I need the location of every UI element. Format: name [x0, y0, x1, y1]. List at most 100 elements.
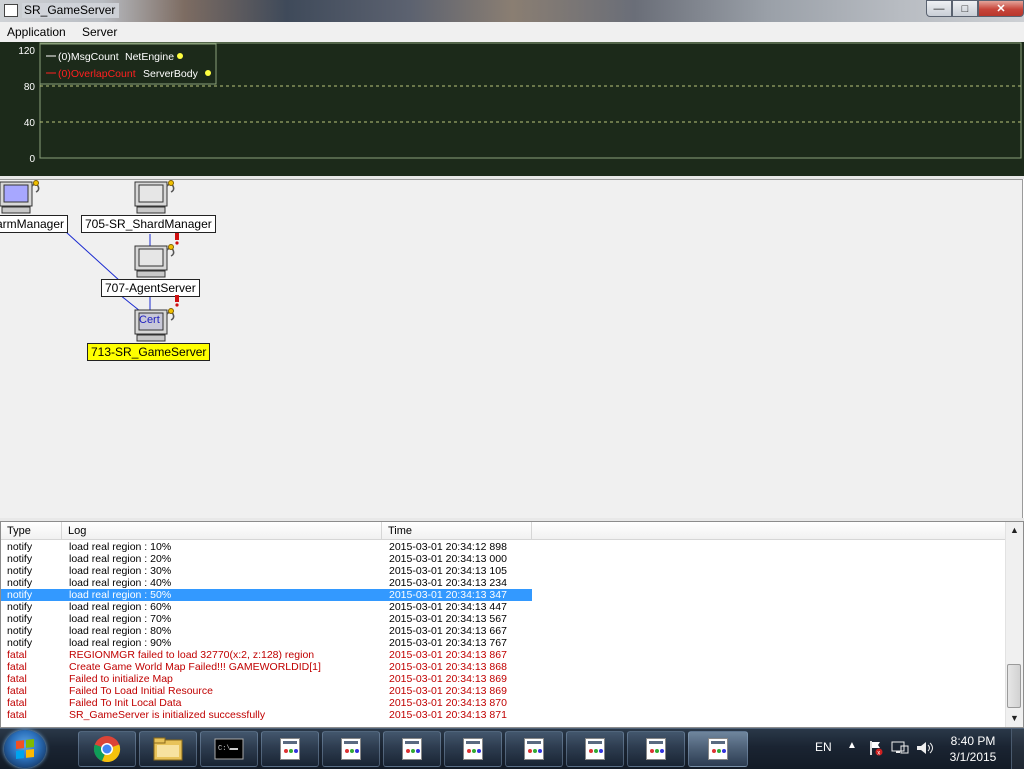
log-type-cell: notify: [7, 601, 33, 613]
scroll-up-arrow[interactable]: ▲: [1006, 522, 1023, 539]
legend-marker: [205, 70, 211, 76]
cert-badge: Cert: [139, 314, 160, 326]
taskbar-command-prompt[interactable]: C:\: [200, 731, 258, 767]
log-time-cell: 2015-03-01 20:34:13 869: [389, 673, 507, 685]
taskbar-window-7[interactable]: [627, 731, 685, 767]
maximize-button[interactable]: □: [952, 0, 978, 17]
log-message-cell: load real region : 40%: [69, 577, 172, 589]
node-label-farm-manager[interactable]: armManager: [0, 215, 69, 233]
action-center-flag-icon[interactable]: x: [867, 740, 883, 756]
legend-series-group: NetEngine: [125, 51, 174, 63]
menu-application[interactable]: Application: [7, 25, 66, 39]
taskbar-window-1[interactable]: [261, 731, 319, 767]
log-type-cell: fatal: [7, 673, 27, 685]
clock[interactable]: 8:40 PM 3/1/2015: [938, 733, 1008, 765]
y-tick-label: 0: [29, 154, 35, 165]
show-desktop-button[interactable]: [1011, 729, 1024, 769]
log-message-cell: load real region : 50%: [69, 589, 172, 601]
menu-bar: Application Server: [0, 22, 1024, 43]
app-icon[interactable]: [4, 4, 18, 17]
log-type-cell: notify: [7, 637, 33, 649]
log-row[interactable]: notify load real region : 50% 2015-03-01 2…: [1, 589, 532, 601]
taskbar-chrome[interactable]: [78, 731, 136, 767]
log-type-cell: fatal: [7, 697, 27, 709]
log-type-cell: notify: [7, 541, 33, 553]
clock-time: 8:40 PM: [950, 734, 996, 748]
window-controls: — □ ✕: [926, 0, 1024, 18]
log-type-cell: notify: [7, 589, 33, 601]
scroll-down-arrow[interactable]: ▼: [1006, 710, 1023, 727]
language-indicator[interactable]: EN: [815, 740, 832, 754]
log-message-cell: load real region : 70%: [69, 613, 172, 625]
app-window-icon: [341, 738, 361, 760]
taskbar-window-5[interactable]: [505, 731, 563, 767]
log-message-cell: REGIONMGR failed to load 32770(x:2, z:12…: [69, 649, 315, 661]
log-time-cell: 2015-03-01 20:34:13 105: [389, 565, 507, 577]
app-window-icon: [646, 738, 666, 760]
log-list[interactable]: Type Log Time notify load real region : 1…: [0, 521, 1024, 728]
close-button[interactable]: ✕: [978, 0, 1024, 17]
log-message-cell: Failed to initialize Map: [69, 673, 173, 685]
taskbar-window-3[interactable]: [383, 731, 441, 767]
log-time-cell: 2015-03-01 20:34:13 767: [389, 637, 507, 649]
chrome-icon: [93, 736, 121, 763]
computer-icon[interactable]: [133, 244, 177, 280]
log-time-cell: 2015-03-01 20:34:13 869: [389, 685, 507, 697]
chart-canvas: 120 80 40 0 (0)MsgCount NetEngine (0)OverlapCo…: [18, 42, 1022, 165]
log-type-cell: notify: [7, 625, 33, 637]
log-header: Type Log Time: [1, 522, 1007, 540]
menu-server[interactable]: Server: [82, 25, 117, 39]
app-window-icon: [280, 738, 300, 760]
column-header-time[interactable]: Time: [382, 522, 532, 539]
server-topology-view[interactable]: armManager 705-SR_ShardManager 707-Agent…: [0, 179, 1023, 520]
log-message-cell: load real region : 80%: [69, 625, 172, 637]
volume-icon[interactable]: [915, 740, 935, 756]
node-label-agent-server[interactable]: 707-AgentServer: [101, 279, 200, 297]
taskbar: C:\ EN ▲ x 8:40 PM 3/1/2015: [0, 728, 1024, 769]
log-message-cell: Failed To Load Initial Resource: [69, 685, 213, 697]
node-label-game-server[interactable]: 713-SR_GameServer: [87, 343, 211, 361]
legend-series-name: (0)OverlapCount: [58, 68, 136, 80]
log-type-cell: notify: [7, 565, 33, 577]
computer-icon[interactable]: [133, 180, 177, 216]
log-type-cell: notify: [7, 553, 33, 565]
windows-logo-icon: [16, 739, 34, 759]
network-icon[interactable]: [891, 740, 909, 756]
folder-icon: [153, 737, 183, 761]
log-time-cell: 2015-03-01 20:34:13 867: [389, 649, 507, 661]
log-time-cell: 2015-03-01 20:34:12 898: [389, 541, 507, 553]
column-header-log[interactable]: Log: [62, 522, 382, 539]
legend-series-name: (0)MsgCount: [58, 51, 119, 63]
log-type-cell: notify: [7, 577, 33, 589]
node-label-shard-manager[interactable]: 705-SR_ShardManager: [81, 215, 216, 233]
app-window-icon: [585, 738, 605, 760]
title-bar[interactable]: SR_GameServer — □ ✕: [0, 0, 1024, 22]
taskbar-window-8-active[interactable]: [688, 731, 748, 767]
start-button[interactable]: [4, 730, 46, 768]
log-message-cell: load real region : 20%: [69, 553, 172, 565]
log-time-cell: 2015-03-01 20:34:13 667: [389, 625, 507, 637]
log-message-cell: load real region : 90%: [69, 637, 172, 649]
column-header-type[interactable]: Type: [1, 522, 62, 539]
taskbar-window-4[interactable]: [444, 731, 502, 767]
show-hidden-icons[interactable]: ▲: [847, 740, 857, 751]
log-time-cell: 2015-03-01 20:34:13 447: [389, 601, 507, 613]
app-window-icon: [402, 738, 422, 760]
svg-text:x: x: [877, 751, 880, 757]
log-time-cell: 2015-03-01 20:34:13 870: [389, 697, 507, 709]
taskbar-window-2[interactable]: [322, 731, 380, 767]
taskbar-window-6[interactable]: [566, 731, 624, 767]
alert-icon: [175, 295, 179, 307]
log-message-cell: load real region : 10%: [69, 541, 172, 553]
vertical-scrollbar[interactable]: ▲ ▼: [1005, 522, 1023, 727]
minimize-button[interactable]: —: [926, 0, 952, 17]
log-message-cell: load real region : 60%: [69, 601, 172, 613]
app-window-icon: [463, 738, 483, 760]
svg-text:C:\: C:\: [218, 745, 231, 753]
console-icon: C:\: [214, 738, 244, 760]
scroll-thumb[interactable]: [1007, 664, 1021, 708]
computer-icon[interactable]: [0, 180, 42, 216]
taskbar-file-explorer[interactable]: [139, 731, 197, 767]
window-title: SR_GameServer: [22, 3, 120, 18]
log-message-cell: Create Game World Map Failed!!! GAMEWORL…: [69, 661, 321, 673]
